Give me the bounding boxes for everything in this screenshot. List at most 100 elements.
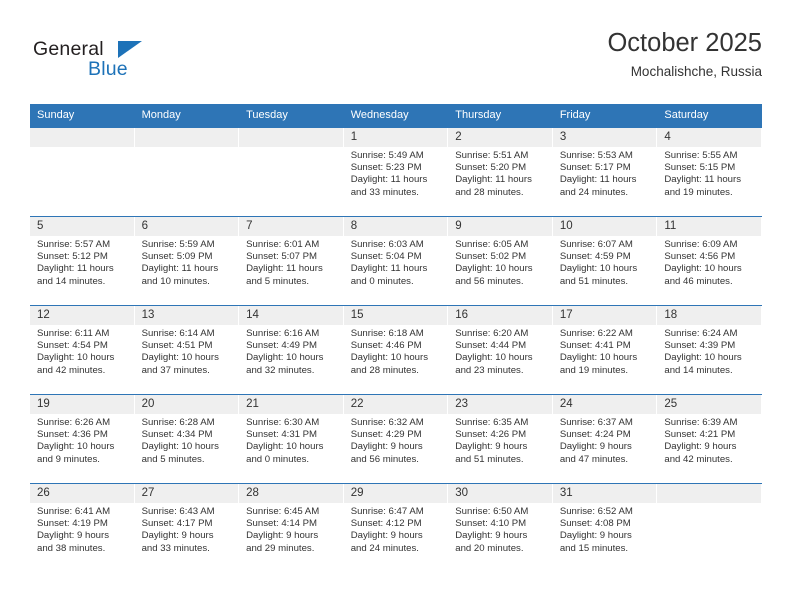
sunrise-text: Sunrise: 6:16 AM	[246, 328, 320, 339]
calendar-day-cell[interactable]: 12 Sunrise: 6:11 AM Sunset: 4:54 PM Dayligh…	[30, 305, 135, 395]
calendar-day-cell[interactable]: 17 Sunrise: 6:22 AM Sunset: 4:41 PM Dayligh…	[552, 305, 658, 395]
calendar-day-cell[interactable]: 7 Sunrise: 6:01 AM Sunset: 5:07 PM Daylight…	[239, 216, 344, 306]
calendar-cell-inner: 2 Sunrise: 5:51 AM Sunset: 5:20 PM Daylight…	[448, 128, 553, 216]
sunrise-text: Sunrise: 6:32 AM	[350, 417, 424, 428]
calendar-day-cell[interactable]: 10 Sunrise: 6:07 AM Sunset: 4:59 PM Dayligh…	[552, 216, 658, 306]
calendar-day-cell[interactable]: 19 Sunrise: 6:26 AM Sunset: 4:36 PM Dayligh…	[30, 394, 135, 484]
daylight-text-line2: and 5 minutes.	[141, 453, 205, 465]
day-number: 13	[134, 306, 240, 325]
calendar-day-cell[interactable]: 28 Sunrise: 6:45 AM Sunset: 4:14 PM Dayligh…	[239, 483, 344, 572]
calendar-day-cell[interactable]: 30 Sunrise: 6:50 AM Sunset: 4:10 PM Dayligh…	[448, 483, 553, 572]
daylight-text-line2: and 14 minutes.	[664, 364, 733, 376]
brand-name-blue: Blue	[88, 58, 128, 80]
daylight-text-line2: and 37 minutes.	[141, 364, 210, 376]
day-details: Sunrise: 5:55 AM Sunset: 5:15 PM Daylight:…	[657, 147, 762, 199]
calendar-day-cell[interactable]: 24 Sunrise: 6:37 AM Sunset: 4:24 PM Dayligh…	[552, 394, 658, 484]
day-details: Sunrise: 6:01 AM Sunset: 5:07 PM Daylight:…	[239, 236, 344, 288]
sunrise-text: Sunrise: 6:20 AM	[455, 328, 529, 339]
sunset-text: Sunset: 4:46 PM	[350, 340, 422, 352]
calendar-day-cell[interactable]: 6 Sunrise: 5:59 AM Sunset: 5:09 PM Daylight…	[134, 216, 240, 306]
day-number: 6	[134, 217, 240, 236]
calendar-day-cell[interactable]: 20 Sunrise: 6:28 AM Sunset: 4:34 PM Dayligh…	[134, 394, 240, 484]
calendar-cell-inner: 15 Sunrise: 6:18 AM Sunset: 4:46 PM Dayligh…	[343, 306, 449, 394]
calendar-cell-inner: 19 Sunrise: 6:26 AM Sunset: 4:36 PM Dayligh…	[30, 395, 135, 483]
calendar-week-row: 5 Sunrise: 5:57 AM Sunset: 5:12 PM Daylight…	[30, 216, 762, 306]
calendar-day-cell[interactable]: 27 Sunrise: 6:43 AM Sunset: 4:17 PM Dayligh…	[134, 483, 240, 572]
calendar-day-cell[interactable]: 3 Sunrise: 5:53 AM Sunset: 5:17 PM Daylight…	[552, 127, 658, 217]
calendar-day-cell[interactable]: 4 Sunrise: 5:55 AM Sunset: 5:15 PM Daylight…	[657, 127, 762, 217]
day-number: 4	[657, 128, 762, 147]
calendar-day-cell[interactable]: 31 Sunrise: 6:52 AM Sunset: 4:08 PM Dayligh…	[552, 483, 658, 572]
calendar-day-cell[interactable]: 29 Sunrise: 6:47 AM Sunset: 4:12 PM Dayligh…	[343, 483, 449, 572]
daylight-text-line1: Daylight: 10 hours	[350, 352, 429, 364]
daylight-text-line1: Daylight: 10 hours	[559, 263, 638, 275]
calendar-day-cell[interactable]: 5 Sunrise: 5:57 AM Sunset: 5:12 PM Daylight…	[30, 216, 135, 306]
sunset-text: Sunset: 4:08 PM	[559, 518, 631, 530]
day-details: Sunrise: 6:14 AM Sunset: 4:51 PM Daylight:…	[135, 325, 240, 377]
sunrise-text: Sunrise: 5:55 AM	[664, 150, 738, 161]
calendar-day-cell[interactable]: 23 Sunrise: 6:35 AM Sunset: 4:26 PM Dayligh…	[448, 394, 553, 484]
calendar-day-cell[interactable]: 26 Sunrise: 6:41 AM Sunset: 4:19 PM Dayligh…	[30, 483, 135, 572]
day-number: 20	[134, 395, 240, 414]
sunrise-text: Sunrise: 6:39 AM	[664, 417, 738, 428]
day-details: Sunrise: 6:41 AM Sunset: 4:19 PM Daylight:…	[30, 503, 135, 555]
sunset-text: Sunset: 5:04 PM	[350, 251, 422, 263]
calendar-day-cell[interactable]: 14 Sunrise: 6:16 AM Sunset: 4:49 PM Dayligh…	[239, 305, 344, 395]
calendar-table: Sunday Monday Tuesday Wednesday Thursday…	[30, 104, 762, 572]
calendar-cell-empty	[239, 127, 344, 217]
calendar-day-cell[interactable]: 2 Sunrise: 5:51 AM Sunset: 5:20 PM Daylight…	[448, 127, 553, 217]
daylight-text-line1: Daylight: 10 hours	[664, 352, 742, 364]
daylight-text-line2: and 33 minutes.	[141, 542, 210, 554]
daylight-text-line2: and 28 minutes.	[350, 364, 419, 376]
daylight-text-line1: Daylight: 10 hours	[455, 263, 533, 275]
calendar-cell-inner: 8 Sunrise: 6:03 AM Sunset: 5:04 PM Daylight…	[343, 217, 449, 305]
sunset-text: Sunset: 4:54 PM	[37, 340, 108, 352]
sunrise-text: Sunrise: 6:24 AM	[664, 328, 738, 339]
sunrise-text: Sunrise: 5:59 AM	[141, 239, 215, 250]
day-number: 3	[552, 128, 658, 147]
daylight-text-line1: Daylight: 11 hours	[559, 174, 637, 186]
day-number	[134, 128, 240, 147]
day-details: Sunrise: 5:53 AM Sunset: 5:17 PM Daylight:…	[553, 147, 658, 199]
calendar-day-cell[interactable]: 16 Sunrise: 6:20 AM Sunset: 4:44 PM Dayligh…	[448, 305, 553, 395]
calendar-day-cell[interactable]: 1 Sunrise: 5:49 AM Sunset: 5:23 PM Daylight…	[343, 127, 449, 217]
sunset-text: Sunset: 4:21 PM	[664, 429, 736, 441]
calendar-day-cell[interactable]: 13 Sunrise: 6:14 AM Sunset: 4:51 PM Dayligh…	[134, 305, 240, 395]
general-blue-logo[interactable]: General Blue	[33, 38, 173, 84]
calendar-day-cell[interactable]: 18 Sunrise: 6:24 AM Sunset: 4:39 PM Dayligh…	[657, 305, 762, 395]
sunset-text: Sunset: 5:20 PM	[455, 162, 527, 174]
calendar-day-cell[interactable]: 9 Sunrise: 6:05 AM Sunset: 5:02 PM Daylight…	[448, 216, 553, 306]
page-header: General Blue October 2025 Mochalishche, …	[30, 26, 762, 100]
calendar-day-cell[interactable]: 8 Sunrise: 6:03 AM Sunset: 5:04 PM Daylight…	[343, 216, 449, 306]
daylight-text-line2: and 46 minutes.	[664, 275, 733, 287]
calendar-cell-inner: 30 Sunrise: 6:50 AM Sunset: 4:10 PM Dayligh…	[448, 484, 553, 572]
calendar-day-cell[interactable]: 25 Sunrise: 6:39 AM Sunset: 4:21 PM Dayligh…	[657, 394, 762, 484]
daylight-text-line2: and 23 minutes.	[455, 364, 524, 376]
sunrise-text: Sunrise: 6:01 AM	[246, 239, 320, 250]
day-details: Sunrise: 6:18 AM Sunset: 4:46 PM Daylight:…	[344, 325, 449, 377]
calendar-cell-inner: 23 Sunrise: 6:35 AM Sunset: 4:26 PM Dayligh…	[448, 395, 553, 483]
calendar-cell-inner: 4 Sunrise: 5:55 AM Sunset: 5:15 PM Daylight…	[657, 128, 762, 216]
sunset-text: Sunset: 4:10 PM	[455, 518, 527, 530]
daylight-text-line2: and 56 minutes.	[350, 453, 419, 465]
sunset-text: Sunset: 4:41 PM	[559, 340, 631, 352]
sunset-text: Sunset: 4:12 PM	[350, 518, 422, 530]
calendar-day-cell[interactable]: 21 Sunrise: 6:30 AM Sunset: 4:31 PM Dayligh…	[239, 394, 344, 484]
day-number: 8	[343, 217, 449, 236]
sunrise-text: Sunrise: 6:26 AM	[37, 417, 111, 428]
calendar-day-cell[interactable]: 15 Sunrise: 6:18 AM Sunset: 4:46 PM Dayligh…	[343, 305, 449, 395]
day-details: Sunrise: 6:45 AM Sunset: 4:14 PM Daylight:…	[239, 503, 344, 555]
calendar-day-cell[interactable]: 11 Sunrise: 6:09 AM Sunset: 4:56 PM Dayligh…	[657, 216, 762, 306]
day-details: Sunrise: 5:49 AM Sunset: 5:23 PM Daylight:…	[344, 147, 449, 199]
daylight-text-line1: Daylight: 11 hours	[141, 263, 219, 275]
daylight-text-line2: and 29 minutes.	[246, 542, 315, 554]
daylight-text-line2: and 51 minutes.	[559, 275, 629, 287]
sunrise-text: Sunrise: 6:05 AM	[455, 239, 529, 250]
calendar-cell-inner: 6 Sunrise: 5:59 AM Sunset: 5:09 PM Daylight…	[134, 217, 240, 305]
daylight-text-line2: and 15 minutes.	[559, 542, 629, 554]
daylight-text-line1: Daylight: 11 hours	[37, 263, 114, 275]
calendar-cell-inner: 3 Sunrise: 5:53 AM Sunset: 5:17 PM Daylight…	[552, 128, 658, 216]
calendar-day-cell[interactable]: 22 Sunrise: 6:32 AM Sunset: 4:29 PM Dayligh…	[343, 394, 449, 484]
sunset-text: Sunset: 4:31 PM	[246, 429, 318, 441]
day-number: 27	[134, 484, 240, 503]
